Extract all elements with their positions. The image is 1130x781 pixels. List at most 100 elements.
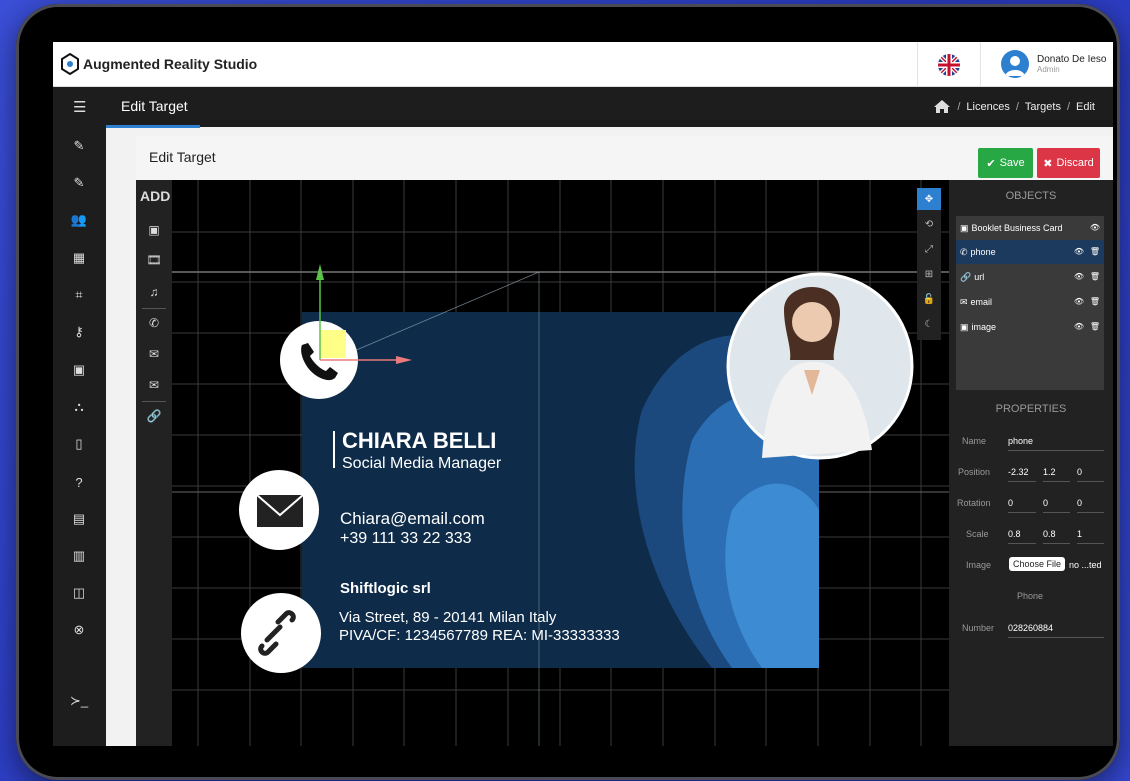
inspector-panel: OBJECTS ▣ Booklet Business Card 👁 ✆ phon…	[949, 180, 1113, 746]
add-sms-icon[interactable]: ✉	[146, 346, 162, 362]
number-label: Number	[962, 623, 995, 633]
breadcrumb-targets[interactable]: Targets	[1025, 101, 1061, 113]
card-email: Chiara@email.com	[340, 509, 485, 528]
image-label: Image	[966, 560, 992, 570]
phone-icon: ✆	[960, 246, 968, 257]
list-item[interactable]: 🔗 url 👁 🗑	[956, 265, 1104, 289]
app-screen: Augmented Reality Studio Donato De Ieso …	[53, 42, 1113, 746]
list-item[interactable]: ✆ phone 👁 🗑	[956, 240, 1104, 264]
gallery-icon[interactable]: ◫	[70, 584, 88, 602]
cubes-icon[interactable]: ⛬	[70, 398, 88, 416]
scale-z-input[interactable]: 1	[1077, 529, 1104, 544]
scale-label: Scale	[966, 529, 989, 539]
list-item[interactable]: ✉ email 👁 🗑	[956, 290, 1104, 314]
list-item[interactable]: ▣ Booklet Business Card 👁	[956, 216, 1104, 240]
breadcrumb: / Licences / Targets / Edit	[933, 99, 1095, 114]
home-icon[interactable]	[933, 99, 951, 114]
card-phone: +39 111 33 22 333	[340, 530, 472, 547]
book-icon[interactable]: ▤	[70, 510, 88, 528]
page-header: ☰ Edit Target / Licences / Targets / Edi…	[53, 87, 1113, 128]
add-phone-icon[interactable]: ✆	[146, 315, 162, 331]
link-icon: 🔗	[960, 271, 972, 282]
active-indicator	[106, 125, 200, 128]
eye-icon[interactable]: 👁	[1074, 272, 1084, 281]
list-item[interactable]: ▣ image 👁 🗑	[956, 315, 1104, 339]
user-icon	[1005, 56, 1025, 76]
position-x-input[interactable]: -2.32	[1008, 467, 1036, 482]
ar-editor: ADD ▣ 🎞 ♫ ✆ ✉ ✉ 🔗 CHIARA BELLI Social Me…	[136, 180, 1113, 746]
clipboard-icon[interactable]: ▥	[70, 547, 88, 565]
trash-icon[interactable]: 🗑	[1090, 322, 1100, 331]
eye-icon[interactable]: 👁	[1074, 297, 1084, 306]
logo-icon	[61, 53, 79, 75]
target-icon[interactable]: ⌗	[70, 286, 88, 304]
position-z-input[interactable]: 0	[1077, 467, 1104, 482]
lock-icon[interactable]: 🔓	[917, 288, 941, 310]
scale-tool-icon[interactable]: ⤢	[917, 238, 941, 260]
eye-icon[interactable]: 👁	[1090, 223, 1100, 232]
brand[interactable]: Augmented Reality Studio	[61, 53, 257, 75]
name-input[interactable]: phone	[1008, 436, 1104, 451]
eye-icon[interactable]: 👁	[1074, 247, 1084, 256]
name-label: Name	[962, 436, 987, 446]
tablet-frame: Augmented Reality Studio Donato De Ieso …	[16, 4, 1120, 780]
rotate-tool-icon[interactable]: ⟲	[917, 213, 941, 235]
menu-icon[interactable]: ☰	[73, 98, 86, 116]
phone-section-label: Phone	[1017, 591, 1044, 601]
add-link-icon[interactable]: 🔗	[146, 408, 162, 424]
user-name: Donato De Ieso	[1037, 54, 1107, 65]
trash-icon[interactable]: 🗑	[1090, 297, 1100, 306]
edit-alt-icon[interactable]: ✎	[70, 174, 88, 192]
check-icon: ✔	[986, 157, 996, 170]
scale-x-input[interactable]: 0.8	[1008, 529, 1036, 544]
trash-icon[interactable]: 🗑	[1090, 247, 1100, 256]
breadcrumb-licences[interactable]: Licences	[966, 101, 1009, 113]
mobile-icon[interactable]: ▯	[70, 435, 88, 453]
eye-icon[interactable]: 👁	[1074, 322, 1084, 331]
building-icon[interactable]: ▦	[70, 249, 88, 267]
page-title: Edit Target	[121, 98, 188, 114]
help-icon[interactable]: ?	[70, 473, 88, 491]
add-image-icon[interactable]: ▣	[146, 222, 162, 238]
language-selector[interactable]	[917, 42, 981, 87]
add-audio-icon[interactable]: ♫	[146, 284, 162, 300]
card-person-name: CHIARA BELLI	[342, 428, 496, 453]
image-icon[interactable]: ▣	[70, 361, 88, 379]
add-video-icon[interactable]: 🎞	[146, 252, 162, 268]
scale-y-input[interactable]: 0.8	[1043, 529, 1070, 544]
add-email-icon[interactable]: ✉	[146, 377, 162, 393]
3d-viewport[interactable]: CHIARA BELLI Social Media Manager Chiara…	[172, 180, 949, 746]
card-address: Via Street, 89 - 20141 Milan Italy	[339, 609, 557, 626]
user-role: Admin	[1037, 65, 1060, 74]
app-title: Augmented Reality Studio	[83, 56, 258, 72]
choose-file-button[interactable]: Choose File	[1009, 557, 1066, 571]
discard-button[interactable]: ✖ Discard	[1037, 148, 1100, 178]
move-tool-icon[interactable]: ✥	[917, 188, 941, 210]
close-icon: ✖	[1043, 157, 1053, 170]
key-icon[interactable]: ⚷	[70, 323, 88, 341]
breadcrumb-edit: Edit	[1076, 100, 1095, 113]
terminal-icon[interactable]: ≻_	[70, 692, 88, 710]
position-label: Position	[958, 467, 991, 477]
avatar	[1001, 50, 1029, 78]
sidebar: ✎ ✎ 👥 ▦ ⌗ ⚷ ▣ ⛬ ▯ ? ▤ ▥ ◫ ⊗ ≻_	[53, 127, 106, 746]
image-icon: ▣	[960, 321, 969, 332]
save-button[interactable]: ✔ Save	[978, 148, 1033, 178]
dark-mode-icon[interactable]: ☾	[917, 313, 941, 335]
users-icon[interactable]: 👥	[70, 211, 88, 229]
edit-icon[interactable]: ✎	[70, 137, 88, 155]
user-menu[interactable]: Donato De Ieso Admin	[1001, 50, 1107, 78]
rotation-y-input[interactable]: 0	[1043, 498, 1070, 513]
trash-icon[interactable]: 🗑	[1090, 272, 1100, 281]
card-header: Edit Target ✔ Save ✖ Discard	[136, 136, 1113, 180]
number-input[interactable]: 028260884	[1008, 623, 1104, 638]
grid-toggle-icon[interactable]: ⊞	[917, 263, 941, 285]
rotation-x-input[interactable]: 0	[1008, 498, 1036, 513]
uk-flag-icon	[938, 53, 960, 76]
position-y-input[interactable]: 1.2	[1043, 467, 1070, 482]
rotation-z-input[interactable]: 0	[1077, 498, 1104, 513]
support-icon[interactable]: ⊗	[70, 621, 88, 639]
link-hotspot	[241, 593, 321, 673]
rotation-label: Rotation	[957, 498, 991, 508]
file-status: no ...ted	[1069, 560, 1102, 570]
